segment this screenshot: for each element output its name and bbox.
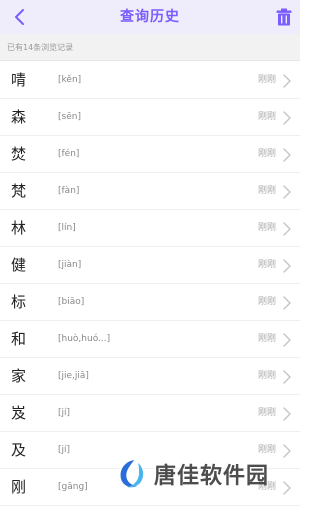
chevron-right-icon <box>283 333 291 347</box>
history-character: 岌 <box>11 404 27 422</box>
history-character: 标 <box>11 293 27 311</box>
history-row[interactable]: 啨 [kěn] 刚刚 <box>0 62 300 99</box>
history-time: 刚刚 <box>257 186 276 196</box>
chevron-right-icon <box>283 481 291 495</box>
history-character: 梵 <box>11 182 27 200</box>
history-time: 刚刚 <box>257 112 276 122</box>
history-pinyin: [jí] <box>58 445 71 455</box>
history-character: 刚 <box>11 478 27 496</box>
page-title: 查询历史 <box>120 9 180 25</box>
chevron-right-icon <box>283 74 291 88</box>
chevron-right-icon <box>283 444 291 458</box>
history-pinyin: [kěn] <box>58 75 82 85</box>
history-row[interactable]: 梵 [fàn] 刚刚 <box>0 173 300 210</box>
history-row[interactable]: 健 [jiàn] 刚刚 <box>0 247 300 284</box>
history-row[interactable]: 和 [huò,huó...] 刚刚 <box>0 321 300 358</box>
history-row[interactable]: 标 [biāo] 刚刚 <box>0 284 300 321</box>
history-row[interactable]: 及 [jí] 刚刚 <box>0 432 300 469</box>
history-character: 家 <box>11 367 27 385</box>
chevron-right-icon <box>283 222 291 236</box>
history-summary-bar: 已有14条浏览记录 <box>0 34 300 61</box>
history-character: 健 <box>11 256 27 274</box>
history-pinyin: [biāo] <box>58 297 85 307</box>
history-row[interactable]: 焚 [fén] 刚刚 <box>0 136 300 173</box>
history-character: 和 <box>11 330 27 348</box>
history-time: 刚刚 <box>257 260 276 270</box>
history-time: 刚刚 <box>257 408 276 418</box>
history-time: 刚刚 <box>257 334 276 344</box>
history-pinyin: [lín] <box>58 223 76 233</box>
history-character: 啨 <box>11 71 27 89</box>
chevron-right-icon <box>283 148 291 162</box>
history-row[interactable]: 刚 [gāng] 刚刚 <box>0 469 300 506</box>
history-time: 刚刚 <box>257 445 276 455</box>
history-character: 林 <box>11 219 27 237</box>
history-list: 啨 [kěn] 刚刚森 [sēn] 刚刚焚 [fén] 刚刚梵 [fàn] 刚刚林 [lín] 刚刚… <box>0 62 300 506</box>
history-count-text: 已有14条浏览记录 <box>7 43 74 52</box>
chevron-right-icon <box>283 259 291 273</box>
history-pinyin: [huò,huó...] <box>58 334 111 344</box>
chevron-right-icon <box>283 111 291 125</box>
chevron-right-icon <box>283 370 291 384</box>
history-time: 刚刚 <box>257 223 276 233</box>
chevron-right-icon <box>283 185 291 199</box>
history-character: 及 <box>11 441 27 459</box>
history-pinyin: [fén] <box>58 149 80 159</box>
history-character: 森 <box>11 108 27 126</box>
history-row[interactable]: 家 [jie,jiā] 刚刚 <box>0 358 300 395</box>
history-pinyin: [jiàn] <box>58 260 82 270</box>
trash-icon <box>276 8 292 26</box>
chevron-right-icon <box>283 407 291 421</box>
top-bar: 查询历史 <box>0 0 300 34</box>
history-time: 刚刚 <box>257 297 276 307</box>
history-time: 刚刚 <box>257 75 276 85</box>
history-pinyin: [fàn] <box>58 186 80 196</box>
history-pinyin: [sēn] <box>58 112 81 122</box>
history-time: 刚刚 <box>257 482 276 492</box>
history-row[interactable]: 林 [lín] 刚刚 <box>0 210 300 247</box>
history-time: 刚刚 <box>257 371 276 381</box>
history-pinyin: [gāng] <box>58 482 88 492</box>
chevron-right-icon <box>283 296 291 310</box>
history-row[interactable]: 岌 [jí] 刚刚 <box>0 395 300 432</box>
delete-history-button[interactable] <box>274 6 294 28</box>
history-pinyin: [jí] <box>58 408 71 418</box>
history-pinyin: [jie,jiā] <box>58 371 89 381</box>
history-character: 焚 <box>11 145 27 163</box>
history-time: 刚刚 <box>257 149 276 159</box>
history-row[interactable]: 森 [sēn] 刚刚 <box>0 99 300 136</box>
